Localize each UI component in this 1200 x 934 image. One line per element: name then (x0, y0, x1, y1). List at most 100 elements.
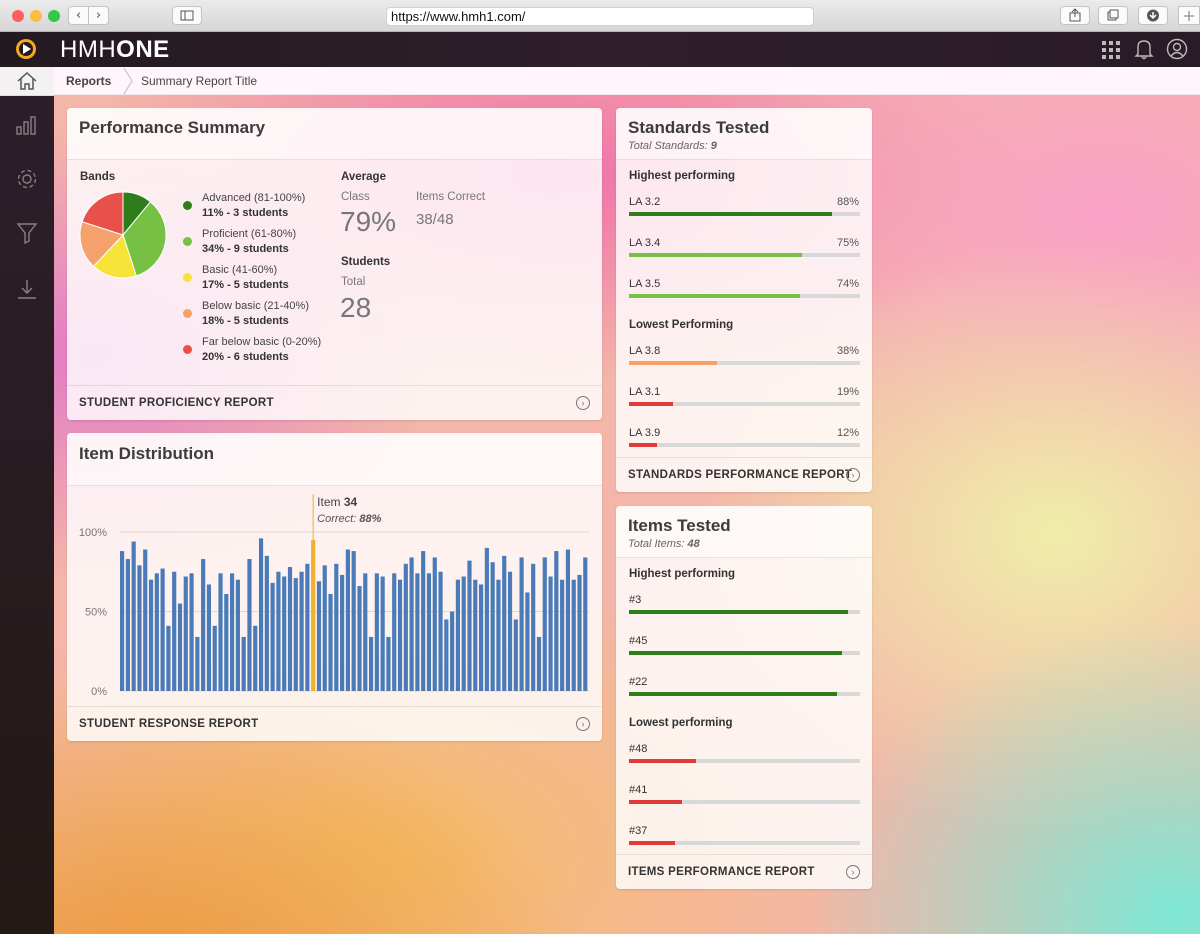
bar[interactable] (299, 571, 304, 691)
student-proficiency-report-link[interactable]: STUDENT PROFICIENCY REPORT › (67, 385, 602, 420)
bar[interactable] (478, 584, 484, 691)
bar[interactable] (253, 625, 258, 691)
bar[interactable] (496, 579, 501, 691)
row-label[interactable]: LA 3.4 (629, 237, 660, 249)
bar[interactable] (247, 559, 252, 691)
bar[interactable] (230, 573, 235, 691)
bar[interactable] (432, 557, 437, 691)
bar[interactable] (282, 576, 287, 691)
row-label[interactable]: LA 3.9 (629, 427, 660, 439)
standards-performance-report-link[interactable]: STANDARDS PERFORMANCE REPORT › (616, 457, 872, 492)
bar[interactable] (154, 573, 159, 691)
bar[interactable] (270, 582, 275, 691)
filter-icon[interactable] (15, 221, 39, 245)
bar[interactable] (386, 636, 391, 691)
bell-icon[interactable] (1134, 38, 1154, 60)
bar[interactable] (536, 636, 542, 691)
bar[interactable] (316, 581, 322, 691)
bar[interactable] (542, 557, 547, 691)
row-label[interactable]: LA 3.8 (629, 345, 660, 357)
row-label[interactable]: #45 (629, 635, 647, 647)
bar[interactable] (368, 636, 374, 691)
bar[interactable] (438, 571, 443, 691)
forward-button[interactable]: › (88, 6, 109, 25)
close-window-icon[interactable] (12, 10, 24, 22)
bar[interactable] (531, 563, 536, 691)
bar[interactable] (212, 625, 217, 691)
bar[interactable] (525, 592, 530, 691)
bar[interactable] (450, 611, 455, 692)
bar[interactable] (305, 563, 310, 691)
bar[interactable] (548, 576, 553, 691)
row-label[interactable]: LA 3.1 (629, 386, 660, 398)
bar[interactable] (206, 584, 212, 691)
bar[interactable] (235, 579, 240, 691)
bar[interactable] (218, 573, 223, 691)
bar[interactable] (583, 557, 588, 691)
bar[interactable] (183, 576, 188, 691)
items-performance-report-link[interactable]: ITEMS PERFORMANCE REPORT › (616, 854, 872, 889)
bar[interactable] (374, 573, 379, 691)
bar[interactable] (565, 549, 571, 691)
row-label[interactable]: #37 (629, 825, 647, 837)
bar[interactable] (461, 576, 466, 691)
bar[interactable] (137, 565, 142, 691)
bar[interactable] (444, 619, 449, 691)
bar[interactable] (131, 541, 136, 691)
bar[interactable] (148, 579, 154, 691)
bar[interactable] (560, 579, 565, 691)
bar[interactable] (484, 547, 489, 691)
address-bar[interactable]: https://www.hmh1.com/ (386, 7, 814, 26)
bar[interactable] (166, 625, 171, 691)
bar[interactable] (513, 619, 518, 691)
bar-chart-icon[interactable] (15, 113, 39, 137)
row-label[interactable]: #3 (629, 594, 641, 606)
bar[interactable] (195, 636, 200, 691)
bar[interactable] (172, 571, 177, 691)
bar[interactable] (502, 555, 507, 691)
bar[interactable] (397, 579, 403, 691)
bar[interactable] (351, 551, 356, 691)
bar[interactable] (201, 559, 206, 691)
bar[interactable] (392, 573, 397, 691)
app-logo[interactable]: HMHONE (60, 36, 170, 64)
bar[interactable] (409, 557, 414, 691)
bar[interactable] (519, 557, 524, 691)
bar[interactable] (577, 574, 582, 691)
bar[interactable] (334, 563, 339, 691)
bar[interactable] (125, 559, 130, 691)
bar[interactable] (473, 579, 478, 691)
bar[interactable] (571, 579, 576, 691)
bar[interactable] (241, 636, 246, 691)
bar[interactable] (328, 594, 333, 691)
back-button[interactable]: ‹ (68, 6, 89, 25)
bar[interactable] (507, 571, 513, 691)
bar[interactable] (363, 573, 368, 691)
downloads-button[interactable] (1138, 6, 1168, 25)
row-label[interactable]: #48 (629, 743, 647, 755)
bar[interactable] (177, 603, 183, 691)
bar[interactable] (276, 571, 281, 691)
bar[interactable] (380, 576, 385, 691)
bar[interactable] (160, 568, 165, 691)
download-icon[interactable] (15, 277, 39, 301)
gear-icon[interactable] (15, 167, 39, 191)
sidebar-item-home[interactable] (0, 67, 54, 96)
bar[interactable] (455, 579, 460, 691)
sidebar-toggle-button[interactable] (172, 6, 202, 25)
row-label[interactable]: #41 (629, 784, 647, 796)
breadcrumb-reports[interactable]: Reports (66, 74, 111, 88)
student-response-report-link[interactable]: STUDENT RESPONSE REPORT › (67, 706, 602, 741)
bar[interactable] (189, 573, 194, 691)
bar[interactable] (467, 560, 472, 691)
minimize-window-icon[interactable] (30, 10, 42, 22)
bar[interactable] (224, 594, 229, 691)
bar[interactable] (415, 573, 420, 691)
bar[interactable] (264, 555, 269, 691)
bar[interactable] (490, 562, 495, 691)
tabs-button[interactable] (1098, 6, 1128, 25)
bar[interactable] (293, 578, 298, 691)
maximize-window-icon[interactable] (48, 10, 60, 22)
apps-grid-icon[interactable] (1101, 40, 1121, 60)
row-label[interactable]: #22 (629, 676, 647, 688)
